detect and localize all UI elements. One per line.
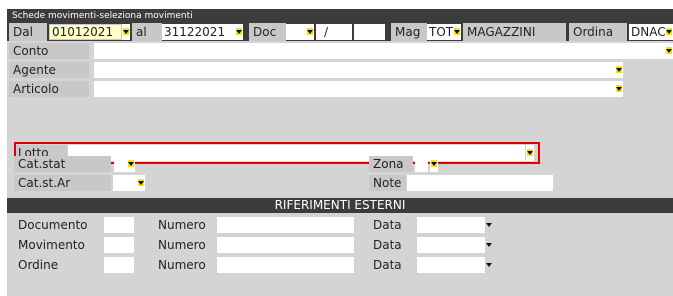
conto-field[interactable]: [94, 43, 665, 59]
conto-label: Conto: [9, 43, 89, 59]
movimento-data-field[interactable]: [417, 237, 485, 253]
movimento-numero-field[interactable]: [217, 237, 354, 253]
window-title: Schede movimenti-seleziona movimenti: [7, 9, 673, 23]
mag-label: Mag: [391, 23, 427, 41]
ordina-field[interactable]: DNAC: [629, 24, 665, 40]
mag-dropdown-icon[interactable]: [453, 24, 461, 40]
dal-label: Dal: [9, 23, 47, 41]
ordine-label: Ordine: [18, 258, 59, 272]
agente-dropdown-icon[interactable]: [615, 62, 623, 78]
conto-dropdown-icon[interactable]: [665, 43, 673, 59]
ordina-dropdown-icon[interactable]: [665, 24, 673, 40]
documento-data-field[interactable]: [417, 217, 485, 233]
catstar-field[interactable]: [113, 175, 137, 191]
doc-separator: /: [324, 25, 329, 39]
movimento-data-label: Data: [373, 238, 402, 252]
al-dropdown-icon[interactable]: [235, 24, 243, 40]
catstat-label: Cat.stat: [14, 156, 111, 172]
movimento-numero-label: Numero: [158, 238, 206, 252]
catstat-field[interactable]: [114, 156, 127, 172]
articolo-field[interactable]: [94, 81, 615, 97]
documento-numero-field[interactable]: [217, 217, 354, 233]
doc-dropdown-icon[interactable]: [306, 24, 314, 40]
agente-field[interactable]: [94, 62, 615, 78]
movimento-field[interactable]: [104, 237, 134, 253]
documento-data-dropdown-icon[interactable]: [485, 217, 493, 233]
app-root: Schede movimenti-seleziona movimenti Dal…: [0, 0, 673, 296]
articolo-dropdown-icon[interactable]: [615, 81, 623, 97]
note-field[interactable]: [407, 175, 553, 191]
al-label: al: [132, 23, 162, 41]
ordine-numero-field[interactable]: [217, 257, 354, 273]
dal-dropdown-icon[interactable]: [122, 24, 130, 40]
riferimenti-section-header: RIFERIMENTI ESTERNI: [7, 198, 673, 213]
doc-number-field[interactable]: [354, 24, 385, 40]
catstat-dropdown-icon[interactable]: [127, 156, 135, 172]
agente-label: Agente: [9, 62, 89, 78]
al-date-field[interactable]: 31122021: [162, 24, 235, 40]
catstar-label: Cat.st.Ar: [14, 175, 111, 191]
mag-code-field[interactable]: TOT: [427, 24, 453, 40]
ordina-label: Ordina: [569, 23, 627, 41]
documento-label: Documento: [18, 218, 88, 232]
ordine-field[interactable]: [104, 257, 134, 273]
form-window: Schede movimenti-seleziona movimenti Dal…: [7, 9, 673, 296]
zona-dropdown-icon[interactable]: [430, 156, 438, 172]
zona-label: Zona: [369, 156, 413, 172]
doc-series-field[interactable]: [316, 24, 352, 40]
documento-data-label: Data: [373, 218, 402, 232]
mag-description: MAGAZZINI: [463, 23, 566, 41]
note-label: Note: [369, 175, 406, 191]
zona-field[interactable]: [415, 156, 428, 172]
ordine-data-field[interactable]: [417, 257, 485, 273]
ordine-data-dropdown-icon[interactable]: [485, 257, 493, 273]
documento-numero-label: Numero: [158, 218, 206, 232]
catstar-dropdown-icon[interactable]: [137, 175, 145, 191]
movimento-data-dropdown-icon[interactable]: [485, 237, 493, 253]
ordine-numero-label: Numero: [158, 258, 206, 272]
documento-field[interactable]: [104, 217, 134, 233]
doc-type-field[interactable]: [286, 24, 306, 40]
articolo-label: Articolo: [9, 81, 89, 97]
doc-label: Doc: [249, 23, 286, 41]
dal-date-field[interactable]: 01012021: [49, 24, 122, 40]
movimento-label: Movimento: [18, 238, 85, 252]
ordine-data-label: Data: [373, 258, 402, 272]
